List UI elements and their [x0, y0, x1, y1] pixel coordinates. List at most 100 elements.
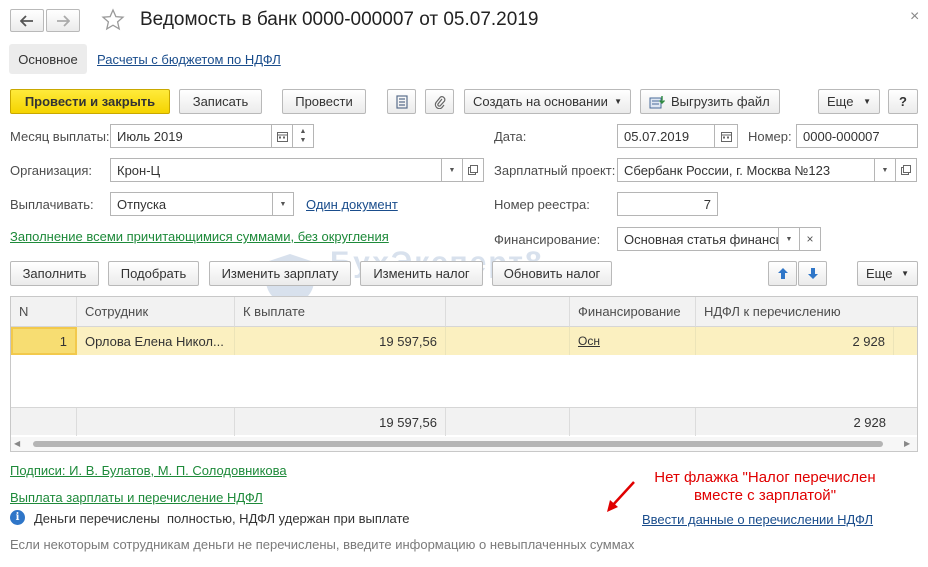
number-field[interactable]: 0000-000007	[796, 124, 918, 148]
signatures-link[interactable]: Подписи: И. В. Булатов, М. П. Солодовник…	[10, 463, 287, 478]
open-icon	[468, 165, 478, 175]
create-based-on-label: Создать на основании	[473, 94, 608, 109]
salary-project-field[interactable]: Сбербанк России, г. Москва №123	[617, 158, 875, 182]
create-based-on-button[interactable]: Создать на основании ▼	[464, 89, 631, 114]
one-document-link[interactable]: Один документ	[306, 197, 398, 212]
salary-project-label: Зарплатный проект:	[494, 163, 616, 178]
scroll-left-icon[interactable]: ◀	[14, 439, 20, 448]
stepper-up-icon: ▲	[299, 128, 307, 135]
upload-file-button[interactable]: Выгрузить файл	[640, 89, 780, 114]
cell-financing-link[interactable]: Осн	[578, 334, 600, 348]
footer-financing	[570, 408, 696, 436]
registry-label: Номер реестра:	[494, 197, 590, 212]
month-field[interactable]: Июль 2019	[110, 124, 272, 148]
pay-label: Выплачивать:	[10, 197, 94, 212]
caret-down-icon: ▼	[863, 97, 871, 106]
info-icon: i	[10, 510, 25, 525]
column-header-amount[interactable]: К выплате	[235, 297, 446, 327]
caret-down-icon: ▼	[448, 166, 456, 174]
registry-field[interactable]: 7	[617, 192, 718, 216]
post-button[interactable]: Провести	[282, 89, 366, 114]
table-row[interactable]: 1 Орлова Елена Никол... 19 597,56 Осн 2 …	[11, 327, 917, 355]
number-label: Номер:	[748, 129, 792, 144]
column-header-ndfl[interactable]: НДФЛ к перечислению	[696, 297, 894, 327]
move-up-button[interactable]	[768, 261, 797, 286]
horizontal-scrollbar[interactable]: ◀ ▶	[11, 437, 917, 451]
move-down-button[interactable]	[798, 261, 827, 286]
caret-down-icon: ▼	[279, 200, 287, 208]
save-button[interactable]: Записать	[179, 89, 262, 114]
column-header-financing[interactable]: Финансирование	[570, 297, 696, 327]
upload-bank-icon	[649, 95, 665, 108]
tab-main[interactable]: Основное	[9, 44, 87, 74]
financing-clear-button[interactable]: ×	[799, 227, 821, 251]
month-stepper[interactable]: ▲ ▼	[292, 124, 314, 148]
fill-button[interactable]: Заполнить	[10, 261, 99, 286]
table-footer: 19 597,56 2 928	[11, 407, 917, 436]
back-button[interactable]	[10, 9, 44, 32]
update-tax-button[interactable]: Обновить налог	[492, 261, 612, 286]
financing-field[interactable]: Основная статья финанси	[617, 227, 779, 251]
report-button[interactable]	[387, 89, 416, 114]
scroll-right-icon[interactable]: ▶	[904, 439, 910, 448]
post-and-close-button[interactable]: Провести и закрыть	[10, 89, 170, 114]
arrow-left-icon	[20, 14, 33, 27]
cell-amount[interactable]: 19 597,56	[235, 327, 446, 355]
financing-dropdown[interactable]: ▼	[778, 227, 800, 251]
arrow-up-icon	[777, 268, 788, 279]
close-icon[interactable]: ×	[910, 8, 919, 26]
column-header-employee[interactable]: Сотрудник	[77, 297, 235, 327]
cell-employee[interactable]: Орлова Елена Никол...	[77, 327, 235, 355]
table-body-empty	[11, 355, 917, 407]
date-field[interactable]: 05.07.2019	[617, 124, 715, 148]
page-title: Ведомость в банк 0000-000007 от 05.07.20…	[140, 9, 539, 30]
change-salary-button[interactable]: Изменить зарплату	[209, 261, 351, 286]
hint-text: Если некоторым сотрудникам деньги не пер…	[10, 537, 635, 552]
organization-open-button[interactable]	[462, 158, 484, 182]
clear-icon: ×	[806, 232, 814, 246]
column-header-empty[interactable]	[446, 297, 570, 327]
help-button[interactable]: ?	[888, 89, 918, 114]
tab-ndfl-budget[interactable]: Расчеты с бюджетом по НДФЛ	[97, 52, 281, 67]
tab-main-label: Основное	[18, 51, 78, 67]
enter-ndfl-data-link[interactable]: Ввести данные о перечислении НДФЛ	[642, 512, 873, 527]
calendar-icon	[276, 131, 288, 142]
date-calendar-button[interactable]	[714, 124, 738, 148]
change-tax-button[interactable]: Изменить налог	[360, 261, 483, 286]
annotation-line-1: Нет флажка "Налог перечислен	[654, 469, 876, 486]
footer-ndfl-total: 2 928	[853, 414, 886, 430]
payroll-table[interactable]: N Сотрудник К выплате Финансирование НДФ…	[10, 296, 918, 452]
organization-field[interactable]: Крон-Ц	[110, 158, 442, 182]
attach-button[interactable]	[425, 89, 454, 114]
salary-project-dropdown[interactable]: ▼	[874, 158, 896, 182]
pay-dropdown[interactable]: ▼	[272, 192, 294, 216]
fill-mode-link[interactable]: Заполнение всеми причитающимися суммами,…	[10, 229, 389, 244]
arrow-down-icon	[807, 268, 818, 279]
forward-button[interactable]	[46, 9, 80, 32]
column-header-n[interactable]: N	[11, 297, 77, 327]
table-more-button[interactable]: Еще ▼	[857, 261, 918, 286]
salary-project-open-button[interactable]	[895, 158, 917, 182]
paperclip-icon	[434, 95, 445, 109]
month-calendar-button[interactable]	[271, 124, 293, 148]
header-filler	[894, 297, 917, 327]
cell-ndfl[interactable]: 2 928	[696, 327, 894, 355]
caret-down-icon: ▼	[785, 235, 793, 243]
cell-n[interactable]: 1	[11, 327, 77, 355]
scrollbar-thumb[interactable]	[33, 441, 883, 447]
caret-down-icon: ▼	[614, 97, 622, 106]
more-button[interactable]: Еще ▼	[818, 89, 880, 114]
footer-empty	[446, 408, 570, 436]
cell-financing[interactable]: Осн	[570, 327, 696, 355]
caret-down-icon: ▼	[881, 166, 889, 174]
star-icon[interactable]	[101, 8, 125, 35]
more-label: Еще	[827, 94, 854, 109]
organization-dropdown[interactable]: ▼	[441, 158, 463, 182]
annotation-line-2: вместе с зарплатой"	[693, 487, 837, 504]
annotation-arrow-icon	[607, 481, 635, 512]
payout-link[interactable]: Выплата зарплаты и перечисление НДФЛ	[10, 490, 263, 505]
cell-empty[interactable]	[446, 327, 570, 355]
open-icon	[901, 165, 911, 175]
pay-field[interactable]: Отпуска	[110, 192, 273, 216]
pick-button[interactable]: Подобрать	[108, 261, 199, 286]
